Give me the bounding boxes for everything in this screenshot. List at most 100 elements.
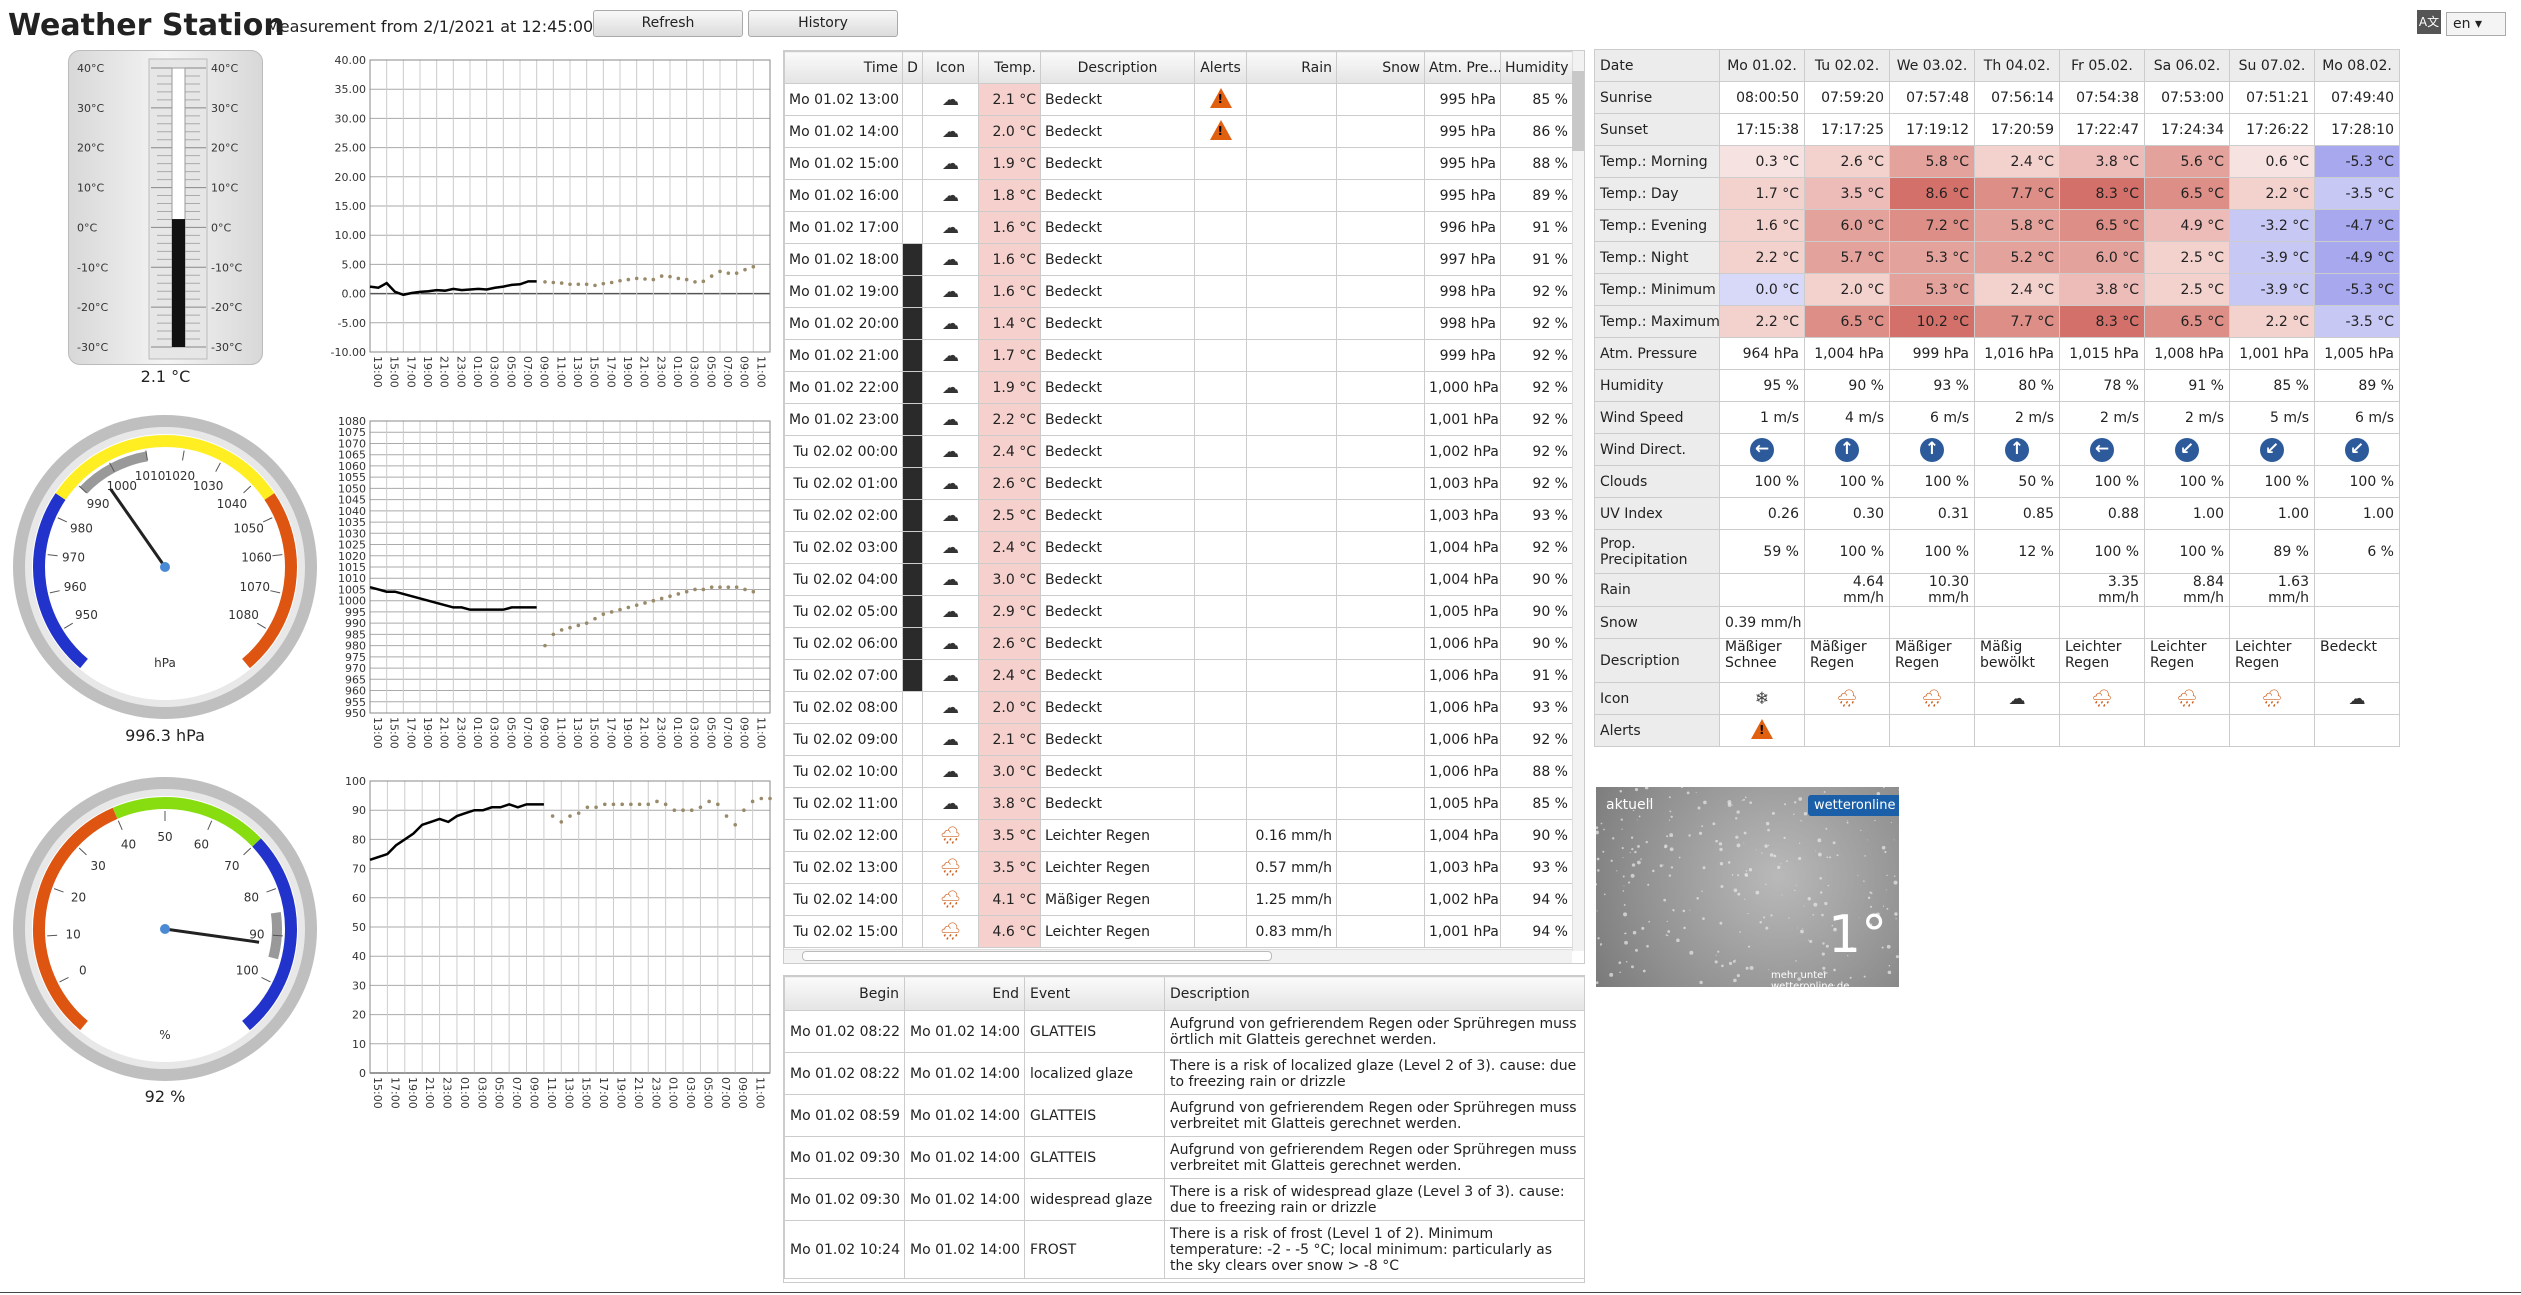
radar-image[interactable]: aktuell wetteronline 1° mehr unter wette… bbox=[1596, 787, 1899, 987]
chart-x-tick: 21:00 bbox=[632, 1077, 645, 1109]
hourly-row[interactable]: Tu 02.02 11:00 ☁ 3.8 °C Bedeckt 1,005 hPa 85 … bbox=[784, 787, 1573, 820]
hourly-row[interactable]: Tu 02.02 01:00 ☁ 2.6 °C Bedeckt 1,003 hPa 92 … bbox=[784, 467, 1573, 500]
radar-snow-dot bbox=[1764, 844, 1768, 848]
horizontal-scrollbar-thumb[interactable] bbox=[802, 951, 1272, 961]
chart-forecast-point bbox=[601, 612, 606, 616]
hourly-header-3[interactable]: Temp. bbox=[978, 51, 1041, 84]
hourly-header-1[interactable]: D bbox=[902, 51, 923, 84]
hourly-row[interactable]: Mo 01.02 21:00 ☁ 1.7 °C Bedeckt 999 hPa 92 % bbox=[784, 339, 1573, 372]
vertical-scrollbar-thumb[interactable] bbox=[1572, 71, 1584, 151]
cloud-icon: ☁ bbox=[942, 633, 959, 654]
radar-snow-dot bbox=[1596, 910, 1598, 912]
hourly-row[interactable]: Mo 01.02 14:00 ☁ 2.0 °CBedeckt 995 hPa86 % bbox=[784, 115, 1573, 148]
daily-cell: 4.9 °C bbox=[2144, 209, 2230, 242]
hourly-cell-alerts bbox=[1194, 915, 1247, 948]
radar-snow-dot bbox=[1823, 790, 1826, 793]
hourly-cell-description: Bedeckt bbox=[1040, 787, 1195, 820]
hourly-row[interactable]: Tu 02.02 08:00 ☁ 2.0 °C Bedeckt 1,006 hPa 93 … bbox=[784, 691, 1573, 724]
hourly-header-5[interactable]: Alerts bbox=[1194, 51, 1247, 84]
chart-forecast-point bbox=[568, 625, 572, 630]
daily-row-label: Temp.: Minimum bbox=[1594, 273, 1720, 306]
hourly-cell-temp: 2.0 °C bbox=[978, 115, 1041, 148]
hourly-header-6[interactable]: Rain bbox=[1246, 51, 1337, 84]
daily-cell: 5.3 °C bbox=[1889, 273, 1975, 306]
radar-snow-dot bbox=[1786, 860, 1788, 863]
hourly-header-2[interactable]: Icon bbox=[922, 51, 979, 84]
hourly-cell-time: Mo 01.02 14:00 bbox=[784, 115, 903, 148]
hourly-cell-alerts bbox=[1194, 819, 1247, 852]
chart-x-tick: 03:00 bbox=[488, 717, 501, 749]
language-icon[interactable]: A文 bbox=[2417, 10, 2441, 34]
daily-row: Clouds 100 % 100 % 100 % 50 % 100 % 100 % 100 %… bbox=[1594, 465, 2400, 498]
hourly-cell-rain bbox=[1246, 371, 1337, 404]
daily-row: Humidity 95 % 90 % 93 % 80 % 78 % 91 % 85 % 89 % bbox=[1594, 369, 2400, 402]
hourly-header-7[interactable]: Snow bbox=[1336, 51, 1425, 84]
daily-row: Temp.: Minimum 0.0 °C 2.0 °C 5.3 °C 2.4 °C 3.… bbox=[1594, 273, 2400, 306]
hourly-row[interactable]: Tu 02.02 00:00 ☁ 2.4 °C Bedeckt 1,002 hPa 92 … bbox=[784, 435, 1573, 468]
rain-icon: 🌧 bbox=[939, 889, 962, 910]
hourly-cell-atmpre: 1,003 hPa bbox=[1424, 467, 1501, 500]
hourly-header-0[interactable]: Time bbox=[784, 51, 903, 84]
alerts-header-2[interactable]: Event bbox=[1024, 976, 1165, 1011]
radar-snow-dot bbox=[1666, 920, 1668, 923]
alerts-header-1[interactable]: End bbox=[904, 976, 1025, 1011]
daily-cell: 🌧 bbox=[2229, 682, 2315, 715]
cloud-icon: ☁ bbox=[942, 409, 959, 430]
hourly-row[interactable]: Tu 02.02 10:00 ☁ 3.0 °C Bedeckt 1,006 hPa 88 … bbox=[784, 755, 1573, 788]
radar-snow-dot bbox=[1663, 898, 1667, 902]
hourly-row[interactable]: Tu 02.02 14:00 🌧 4.1 °C Mäßiger Regen 1.25 m… bbox=[784, 883, 1573, 916]
chart-y-tick: 20 bbox=[352, 1009, 366, 1022]
hourly-cell-description: Bedeckt bbox=[1040, 371, 1195, 404]
cloud-icon: ☁ bbox=[942, 121, 959, 142]
hourly-row[interactable]: Tu 02.02 05:00 ☁ 2.9 °C Bedeckt 1,005 hPa 90 … bbox=[784, 595, 1573, 628]
hourly-row[interactable]: Tu 02.02 13:00 🌧 3.5 °C Leichter Regen 0.57 … bbox=[784, 851, 1573, 884]
alerts-header-0[interactable]: Begin bbox=[784, 976, 905, 1011]
hourly-row[interactable]: Mo 01.02 13:00 ☁ 2.1 °CBedeckt 995 hPa85 % bbox=[784, 83, 1573, 116]
hourly-row[interactable]: Mo 01.02 20:00 ☁ 1.4 °C Bedeckt 998 hPa 92 % bbox=[784, 307, 1573, 340]
hourly-row[interactable]: Mo 01.02 15:00 ☁ 1.9 °C Bedeckt 995 hPa 88 % bbox=[784, 147, 1573, 180]
daily-cell: 7.7 °C bbox=[1974, 305, 2060, 338]
hourly-row[interactable]: Tu 02.02 09:00 ☁ 2.1 °C Bedeckt 1,006 hPa 92 … bbox=[784, 723, 1573, 756]
gauge-label: 960 bbox=[64, 580, 87, 594]
hourly-row[interactable]: Tu 02.02 04:00 ☁ 3.0 °C Bedeckt 1,004 hPa 90 … bbox=[784, 563, 1573, 596]
daily-cell: 5.8 °C bbox=[1974, 209, 2060, 242]
refresh-button[interactable]: Refresh bbox=[593, 10, 743, 37]
daily-cell: 10.2 °C bbox=[1889, 305, 1975, 338]
hourly-row[interactable]: Mo 01.02 18:00 ☁ 1.6 °C Bedeckt 997 hPa 91 % bbox=[784, 243, 1573, 276]
hourly-cell-description: Bedeckt bbox=[1040, 339, 1195, 372]
hourly-table-panel[interactable]: Time D Icon Temp. Description Alerts Rain Snow A… bbox=[783, 50, 1585, 964]
radar-snow-dot bbox=[1631, 848, 1634, 851]
hourly-row[interactable]: Mo 01.02 22:00 ☁ 1.9 °C Bedeckt 1,000 hPa 92 … bbox=[784, 371, 1573, 404]
history-button[interactable]: History bbox=[748, 10, 898, 37]
hourly-row[interactable]: Mo 01.02 17:00 ☁ 1.6 °C Bedeckt 996 hPa 91 % bbox=[784, 211, 1573, 244]
hourly-row[interactable]: Tu 02.02 03:00 ☁ 2.4 °C Bedeckt 1,004 hPa 92 … bbox=[784, 531, 1573, 564]
vertical-scrollbar[interactable] bbox=[1572, 51, 1584, 951]
hourly-header-4[interactable]: Description bbox=[1040, 51, 1195, 84]
chart-y-tick: 30 bbox=[352, 979, 366, 992]
alerts-header-3[interactable]: Description bbox=[1164, 976, 1584, 1011]
gauge-label: 60 bbox=[194, 838, 209, 852]
hourly-cell-description: Bedeckt bbox=[1040, 243, 1195, 276]
hourly-header-9[interactable]: Humidity bbox=[1500, 51, 1573, 84]
hourly-row[interactable]: Tu 02.02 12:00 🌧 3.5 °C Leichter Regen 0.16 … bbox=[784, 819, 1573, 852]
hourly-row[interactable]: Mo 01.02 23:00 ☁ 2.2 °C Bedeckt 1,001 hPa 92 … bbox=[784, 403, 1573, 436]
hourly-row[interactable]: Tu 02.02 15:00 🌧 4.6 °C Leichter Regen 0.83 … bbox=[784, 915, 1573, 948]
hourly-header-8[interactable]: Atm. Pre... bbox=[1424, 51, 1501, 84]
hourly-row[interactable]: Tu 02.02 02:00 ☁ 2.5 °C Bedeckt 1,003 hPa 93 … bbox=[784, 499, 1573, 532]
daily-cell: 0.3 °C bbox=[1719, 145, 1805, 178]
radar-label: aktuell bbox=[1606, 797, 1654, 813]
chart-forecast-point bbox=[684, 589, 689, 594]
alert-cell: Mo 01.02 09:30 bbox=[784, 1178, 905, 1221]
hourly-row[interactable]: Mo 01.02 19:00 ☁ 1.6 °C Bedeckt 998 hPa 92 % bbox=[784, 275, 1573, 308]
hourly-cell-time: Tu 02.02 12:00 bbox=[784, 819, 903, 852]
alert-cell: GLATTEIS bbox=[1024, 1136, 1165, 1179]
chart-x-tick: 15:00 bbox=[588, 356, 601, 388]
hourly-row[interactable]: Mo 01.02 16:00 ☁ 1.8 °C Bedeckt 995 hPa 89 % bbox=[784, 179, 1573, 212]
radar-snow-dot bbox=[1867, 896, 1871, 900]
hourly-cell-humidity: 91 % bbox=[1500, 211, 1573, 244]
hourly-cell-rain bbox=[1246, 211, 1337, 244]
radar-snow-dot bbox=[1817, 838, 1822, 843]
language-select[interactable]: en ▾ bbox=[2446, 12, 2506, 36]
hourly-row[interactable]: Tu 02.02 07:00 ☁ 2.4 °C Bedeckt 1,006 hPa 91 … bbox=[784, 659, 1573, 692]
hourly-row[interactable]: Tu 02.02 06:00 ☁ 2.6 °C Bedeckt 1,006 hPa 90 … bbox=[784, 627, 1573, 660]
